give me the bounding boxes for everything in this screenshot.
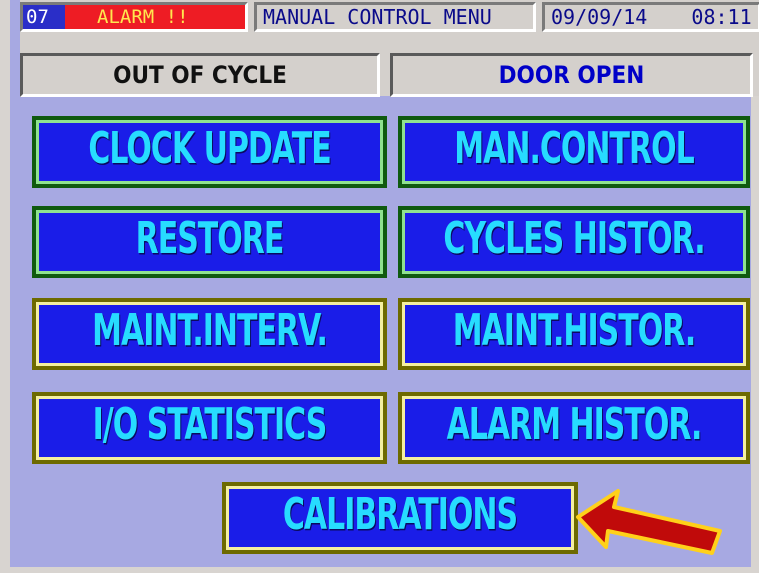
cycles-histor-label: CYCLES HISTOR.: [443, 213, 705, 265]
calibrations-button[interactable]: CALIBRATIONS: [222, 482, 578, 554]
menu-title: MANUAL CONTROL MENU: [254, 2, 536, 32]
alarm-text: ALARM !!: [65, 5, 245, 29]
alarm-indicator[interactable]: 07 ALARM !!: [20, 2, 248, 32]
time-label: 08:11: [691, 5, 752, 29]
man-control-button[interactable]: MAN.CONTROL: [398, 116, 750, 188]
datetime-display: 09/09/14 08:11: [542, 2, 759, 32]
alarm-histor-label: ALARM HISTOR.: [446, 399, 703, 451]
restore-button[interactable]: RESTORE: [32, 206, 387, 278]
io-statistics-button[interactable]: I/O STATISTICS: [32, 392, 387, 464]
cycle-status: OUT OF CYCLE: [20, 53, 380, 97]
cycles-histor-button[interactable]: CYCLES HISTOR.: [398, 206, 750, 278]
maint-histor-button[interactable]: MAINT.HISTOR.: [398, 298, 750, 370]
clock-update-label: CLOCK UPDATE: [88, 123, 331, 175]
maint-interv-button[interactable]: MAINT.INTERV.: [32, 298, 387, 370]
man-control-label: MAN.CONTROL: [454, 123, 694, 175]
cycle-status-text: OUT OF CYCLE: [113, 61, 287, 89]
alarm-code: 07: [23, 5, 65, 29]
calibrations-label: CALIBRATIONS: [282, 489, 518, 541]
door-status: DOOR OPEN: [390, 53, 753, 97]
restore-label: RESTORE: [135, 213, 285, 265]
alarm-histor-button[interactable]: ALARM HISTOR.: [398, 392, 750, 464]
maint-interv-label: MAINT.INTERV.: [92, 305, 328, 357]
door-status-text: DOOR OPEN: [498, 61, 645, 89]
clock-update-button[interactable]: CLOCK UPDATE: [32, 116, 387, 188]
arrow-icon: [576, 489, 722, 555]
io-statistics-label: I/O STATISTICS: [92, 399, 328, 451]
date-label: 09/09/14: [551, 5, 648, 29]
maint-histor-label: MAINT.HISTOR.: [452, 305, 697, 357]
status-strip: 07 ALARM !! MANUAL CONTROL MENU 09/09/14…: [20, 0, 759, 97]
